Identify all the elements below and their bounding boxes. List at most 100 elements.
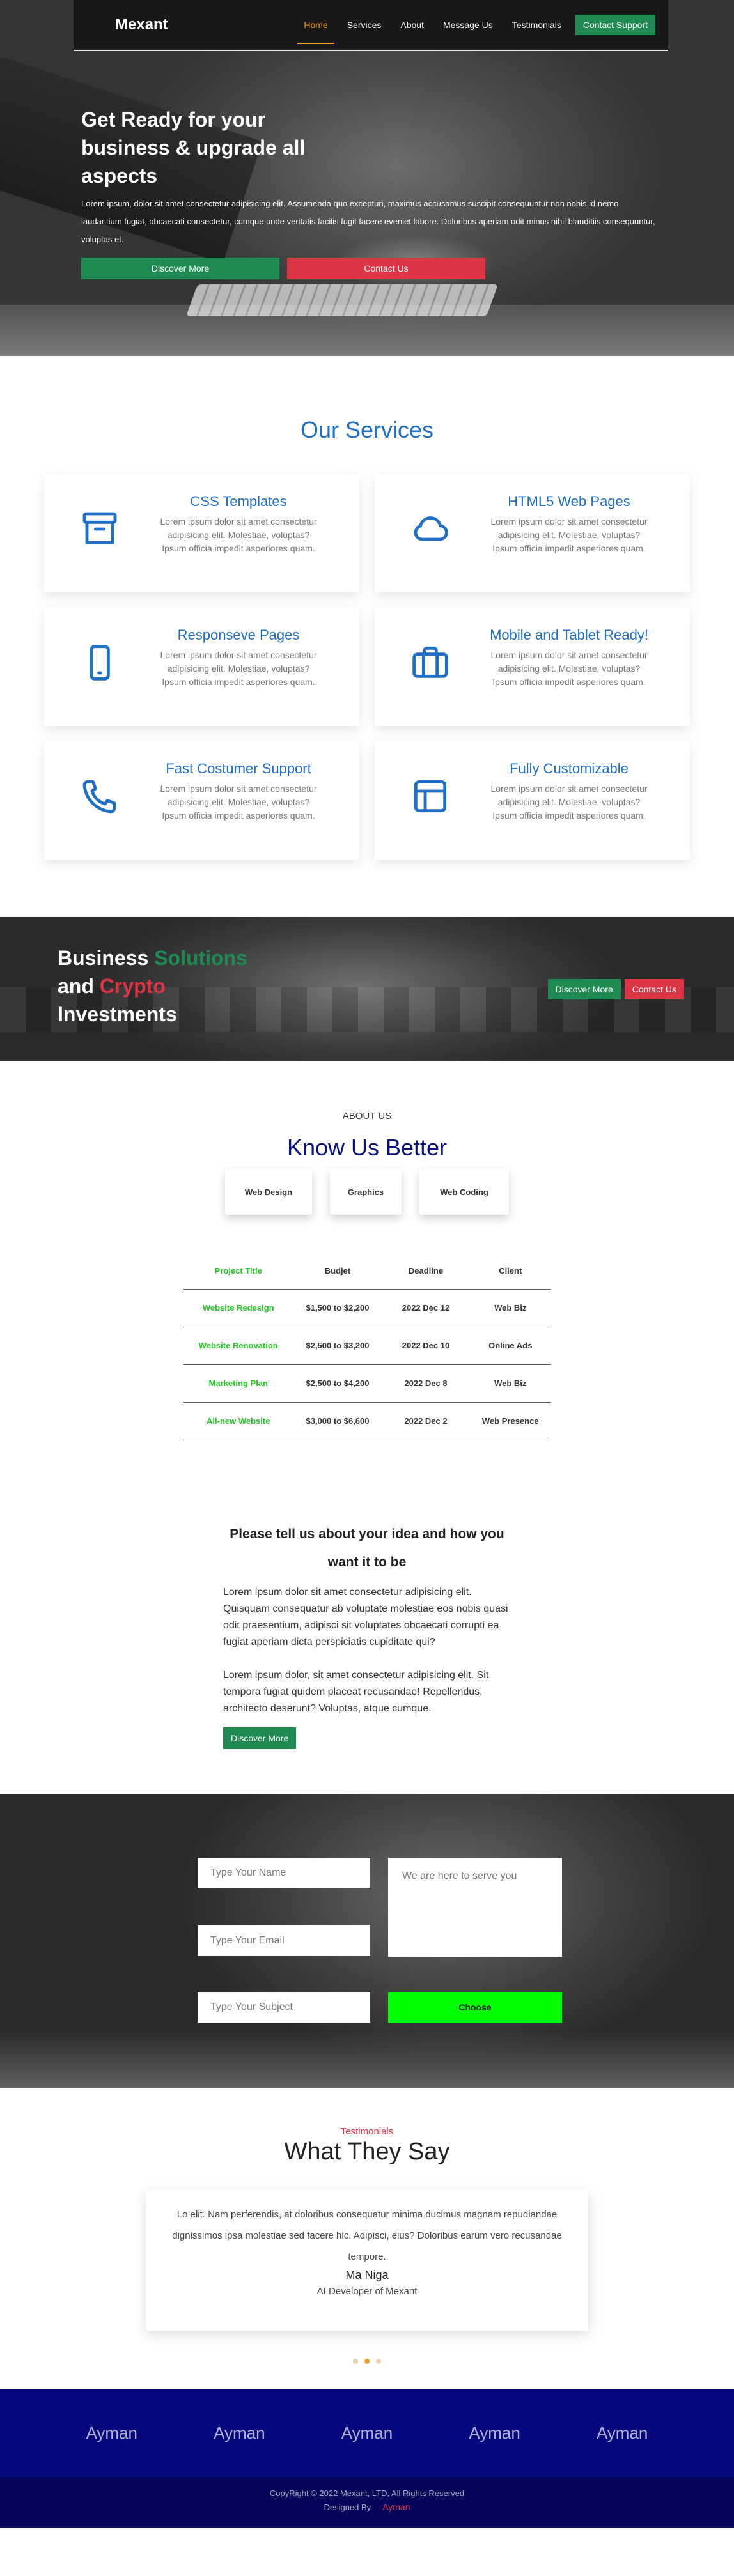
message-textarea[interactable]	[388, 1857, 562, 1957]
service-desc: Lorem ipsum dolor sit amet consectetur a…	[160, 650, 317, 687]
banner-contact-us-button[interactable]: Contact Us	[624, 979, 684, 999]
service-title: Mobile and Tablet Ready!	[490, 627, 648, 643]
table-cell: $2,500 to $3,200	[293, 1327, 382, 1365]
hero-content: Get Ready for your business & upgrade al…	[81, 105, 657, 279]
choose-button[interactable]: Choose	[388, 1991, 562, 2023]
hero-title: Get Ready for your business & upgrade al…	[81, 108, 306, 187]
testimonial-text: Lo elit. Nam perferendis, at doloribus c…	[172, 2209, 562, 2262]
service-card[interactable]: Fast Costumer Support Lorem ipsum dolor …	[44, 741, 359, 860]
nav-link-services[interactable]: Services	[347, 6, 382, 44]
service-desc: Lorem ipsum dolor sit amet consectetur a…	[160, 516, 317, 553]
contact-support-button[interactable]: Contact Support	[575, 15, 655, 35]
service-card[interactable]: Mobile and Tablet Ready! Lorem ipsum dol…	[375, 608, 690, 726]
name-input[interactable]	[198, 1857, 370, 1888]
table-row: Website Redesign $1,500 to $2,200 2022 D…	[183, 1289, 551, 1327]
hero-section: Mexant Home Services About Message Us Te…	[0, 0, 734, 356]
testimonials-title: What They Say	[284, 2138, 450, 2165]
table-cell: 2022 Dec 8	[382, 1364, 470, 1403]
phone-device-icon	[79, 642, 124, 687]
projects-table: Project Title Budjet Deadline Client Web…	[183, 1253, 551, 1440]
table-cell: $3,000 to $6,600	[293, 1402, 382, 1440]
service-title: CSS Templates	[190, 493, 287, 509]
contact-section: Choose	[0, 1793, 734, 2088]
carousel-dot[interactable]	[376, 2358, 381, 2364]
brand-logo: Ayman	[86, 2423, 138, 2442]
service-card[interactable]: HTML5 Web Pages Lorem ipsum dolor sit am…	[375, 474, 690, 592]
testimonial-role: AI Developer of Mexant	[316, 2285, 418, 2297]
table-cell: Web Biz	[470, 1364, 551, 1403]
table-cell: Online Ads	[470, 1327, 551, 1365]
about-title: Know Us Better	[286, 1134, 448, 1161]
cloud-icon	[410, 509, 455, 553]
brand-logo: Ayman	[214, 2423, 265, 2442]
services-grid: CSS Templates Lorem ipsum dolor sit amet…	[44, 474, 690, 860]
about-tabs: Web Design Graphics Web Coding	[0, 1169, 734, 1215]
designer-link[interactable]: Ayman	[382, 2502, 410, 2512]
table-cell: Website Renovation	[183, 1327, 293, 1365]
table-cell: $1,500 to $2,200	[293, 1289, 382, 1327]
tab-graphics[interactable]: Graphics	[330, 1169, 402, 1215]
carousel-dot-active[interactable]	[364, 2358, 370, 2364]
nav-link-message-us[interactable]: Message Us	[443, 6, 493, 44]
hero-text: Lorem ipsum, dolor sit amet consectetur …	[81, 199, 655, 244]
brand-logo: Ayman	[596, 2423, 648, 2442]
business-banner: Business Solutions and Crypto Investment…	[0, 917, 734, 1061]
tab-web-design[interactable]: Web Design	[225, 1169, 312, 1215]
nav-link-about[interactable]: About	[400, 6, 424, 44]
service-title: Fully Customizable	[510, 760, 629, 776]
table-cell: 2022 Dec 2	[382, 1402, 470, 1440]
service-desc: Lorem ipsum dolor sit amet consectetur a…	[490, 783, 648, 821]
service-title: HTML5 Web Pages	[508, 493, 630, 509]
testimonials-section: Testimonials What They Say Lo elit. Nam …	[0, 2088, 734, 2389]
briefcase-icon	[410, 642, 455, 687]
service-title: Fast Costumer Support	[166, 760, 311, 776]
service-desc: Lorem ipsum dolor sit amet consectetur a…	[490, 650, 648, 687]
services-section: Our Services CSS Templates Lorem ipsum d…	[0, 356, 734, 917]
carousel-dots	[0, 2358, 734, 2364]
designed-by-label: Designed By	[324, 2502, 371, 2512]
brand-logo: Ayman	[469, 2423, 520, 2442]
testimonial-card: Lo elit. Nam perferendis, at doloribus c…	[146, 2189, 588, 2331]
navbar: Mexant Home Services About Message Us Te…	[74, 0, 668, 51]
brand-logo: Ayman	[341, 2423, 393, 2442]
table-row: Marketing Plan $2,500 to $4,200 2022 Dec…	[183, 1364, 551, 1403]
table-cell: $2,500 to $4,200	[293, 1364, 382, 1403]
nav-link-home[interactable]: Home	[297, 6, 335, 44]
table-header-row: Project Title Budjet Deadline Client	[183, 1253, 551, 1290]
table-row: Website Renovation $2,500 to $3,200 2022…	[183, 1327, 551, 1365]
service-card[interactable]: CSS Templates Lorem ipsum dolor sit amet…	[44, 474, 359, 592]
copyright-text: CopyRight © 2022 Mexant, LTD, All Rights…	[269, 2488, 465, 2498]
banner-discover-more-button[interactable]: Discover More	[547, 979, 621, 999]
table-cell: Web Biz	[470, 1289, 551, 1327]
column-header: Budjet	[293, 1253, 382, 1290]
subject-input[interactable]	[198, 1991, 370, 2023]
carousel-dot[interactable]	[353, 2358, 358, 2364]
banner-title: Business Solutions and Crypto Investment…	[58, 946, 247, 1026]
idea-discover-more-button[interactable]: Discover More	[223, 1727, 297, 1749]
hero-contact-us-button[interactable]: Contact Us	[287, 258, 485, 279]
about-label: ABOUT US	[342, 1111, 392, 1122]
nav-link-testimonials[interactable]: Testimonials	[512, 6, 561, 44]
hero-discover-more-button[interactable]: Discover More	[81, 258, 279, 279]
service-desc: Lorem ipsum dolor sit amet consectetur a…	[160, 783, 317, 821]
email-input[interactable]	[198, 1925, 370, 1956]
footer: CopyRight © 2022 Mexant, LTD, All Rights…	[0, 2476, 734, 2528]
column-header: Deadline	[382, 1253, 470, 1290]
tab-web-coding[interactable]: Web Coding	[419, 1169, 509, 1215]
archive-icon	[79, 509, 124, 553]
service-card[interactable]: Fully Customizable Lorem ipsum dolor sit…	[375, 741, 690, 860]
table-cell: 2022 Dec 10	[382, 1327, 470, 1365]
telephone-icon	[79, 776, 124, 821]
table-cell: Website Redesign	[183, 1289, 293, 1327]
table-cell: All-new Website	[183, 1402, 293, 1440]
column-header: Project Title	[183, 1253, 293, 1290]
testimonial-author: Ma Niga	[345, 2268, 389, 2281]
table-cell: Marketing Plan	[183, 1364, 293, 1403]
service-card[interactable]: Responseve Pages Lorem ipsum dolor sit a…	[44, 608, 359, 726]
service-desc: Lorem ipsum dolor sit amet consectetur a…	[490, 516, 648, 553]
about-section: ABOUT US Know Us Better Web Design Graph…	[0, 1061, 734, 1466]
table-cell: Web Presence	[470, 1402, 551, 1440]
contact-form: Choose	[198, 1857, 563, 2024]
nav-links: Home Services About Message Us Testimoni…	[297, 6, 655, 44]
logo[interactable]: Mexant	[115, 16, 304, 34]
